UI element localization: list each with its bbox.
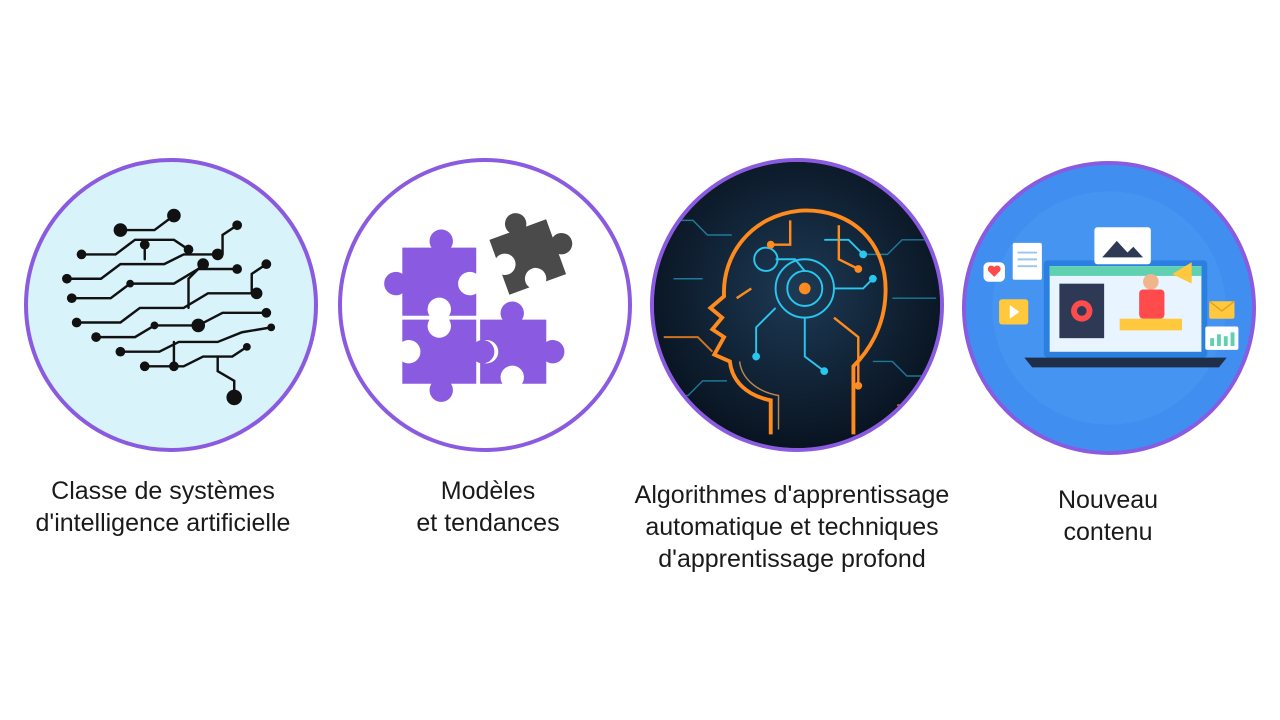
laptop-content-icon: [962, 161, 1256, 455]
caption-line: et tendances: [416, 509, 560, 537]
caption-line: contenu: [1063, 518, 1153, 546]
caption-models-trends: Modèles et tendances: [380, 475, 596, 539]
laptop-graphic: [966, 165, 1252, 451]
caption-ai-systems: Classe de systèmes d'intelligence artifi…: [0, 475, 326, 539]
caption-line: Classe de systèmes: [51, 477, 275, 505]
brain-circuit-icon: [24, 158, 318, 452]
caption-line: d'apprentissage profond: [658, 545, 926, 573]
caption-new-content: Nouveau contenu: [1000, 484, 1216, 548]
caption-line: automatique et techniques: [645, 513, 939, 541]
puzzle-pieces-icon: [338, 158, 632, 452]
ai-head-circuit-icon: [650, 158, 944, 452]
caption-line: Algorithmes d'apprentissage: [634, 481, 950, 509]
caption-line: Modèles: [440, 477, 536, 505]
ai-head-graphic: [654, 162, 940, 448]
brain-circuit-graphic: [62, 208, 276, 406]
caption-line: Nouveau: [1057, 486, 1159, 514]
caption-ml-deep-learning: Algorithmes d'apprentissage automatique …: [598, 479, 986, 575]
caption-line: d'intelligence artificielle: [35, 509, 291, 537]
puzzle-graphic: [384, 213, 573, 402]
